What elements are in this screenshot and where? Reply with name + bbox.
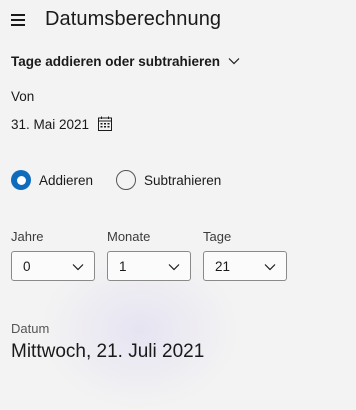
from-label: Von — [11, 89, 35, 104]
calendar-icon — [98, 116, 113, 131]
radio-add-label: Addieren — [39, 172, 94, 188]
chevron-down-icon — [72, 264, 84, 271]
radio-subtract-label: Subtrahieren — [144, 172, 222, 188]
radio-subtract[interactable]: Subtrahieren — [116, 170, 221, 190]
months-dropdown[interactable]: 1 — [107, 251, 191, 281]
hamburger-menu-icon[interactable] — [10, 12, 28, 26]
chevron-down-icon — [264, 264, 276, 271]
result-date-value: Mittwoch, 21. Juli 2021 — [11, 341, 205, 362]
days-value: 21 — [215, 259, 231, 274]
years-dropdown[interactable]: 0 — [11, 251, 95, 281]
months-label: Monate — [107, 229, 151, 244]
years-value: 0 — [23, 259, 31, 274]
radio-subtract-indicator[interactable] — [116, 170, 136, 190]
days-dropdown[interactable]: 21 — [203, 251, 287, 281]
months-value: 1 — [119, 259, 127, 274]
mode-selector-label: Tage addieren oder subtrahieren — [11, 53, 221, 69]
days-label: Tage — [203, 229, 232, 244]
mode-selector[interactable]: Tage addieren oder subtrahieren — [11, 51, 240, 71]
chevron-down-icon — [228, 58, 240, 65]
from-date-picker[interactable]: 31. Mai 2021 — [11, 116, 113, 132]
from-date-value: 31. Mai 2021 — [11, 116, 90, 132]
radio-add[interactable]: Addieren — [11, 170, 93, 190]
chevron-down-icon — [168, 264, 180, 271]
app-title: Datumsberechnung — [45, 8, 222, 30]
years-label: Jahre — [11, 229, 44, 244]
radio-add-indicator[interactable] — [11, 170, 31, 190]
result-label: Datum — [11, 321, 50, 336]
